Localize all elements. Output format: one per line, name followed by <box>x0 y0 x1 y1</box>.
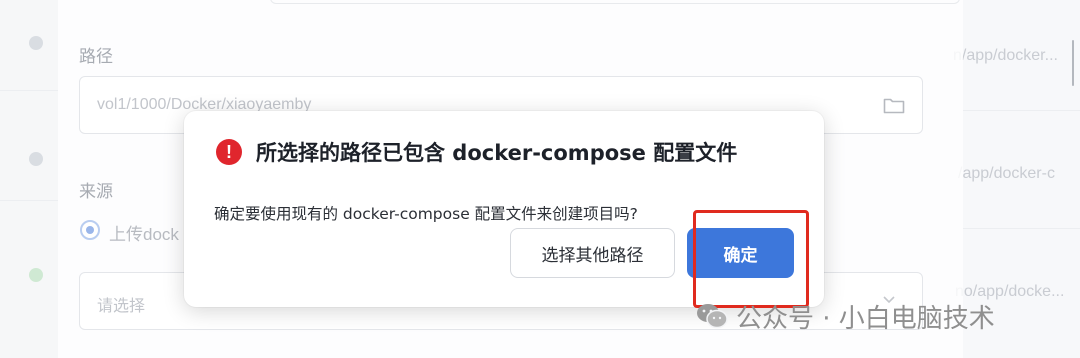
error-icon: ! <box>216 139 242 165</box>
confirm-dialog: ! 所选择的路径已包含 docker-compose 配置文件 确定要使用现有的… <box>184 111 824 307</box>
right-path-text: n/app/docker... <box>953 47 1058 64</box>
dialog-header: ! 所选择的路径已包含 docker-compose 配置文件 <box>216 137 737 167</box>
rail-status-dot <box>29 268 43 282</box>
choose-other-path-button[interactable]: 选择其他路径 <box>510 228 675 278</box>
source-label: 来源 <box>79 182 113 202</box>
rail-status-dot <box>29 152 43 166</box>
rail-divider <box>0 200 58 201</box>
right-divider <box>963 110 1080 111</box>
path-label: 路径 <box>79 47 113 67</box>
upload-radio[interactable] <box>80 220 100 240</box>
confirm-button[interactable]: 确定 <box>687 228 794 278</box>
screen: n/app/docker... /app/docker-c no/app/doc… <box>0 0 1080 358</box>
right-path-text: /app/docker-c <box>958 165 1055 182</box>
folder-icon[interactable] <box>883 96 905 114</box>
dialog-message: 确定要使用现有的 docker-compose 配置文件来创建项目吗? <box>214 205 638 223</box>
source-select-placeholder: 请选择 <box>97 298 146 315</box>
right-divider <box>963 228 1080 229</box>
dialog-title: 所选择的路径已包含 docker-compose 配置文件 <box>256 141 738 165</box>
rail-divider <box>0 90 58 91</box>
top-field-edge <box>270 0 960 4</box>
upload-radio-label: 上传dock <box>109 225 179 244</box>
wechat-logo-icon <box>697 304 728 329</box>
rail-status-dot <box>29 36 43 50</box>
watermark: 公众号 · 小白电脑技术 <box>696 296 995 336</box>
left-rail <box>0 0 58 358</box>
watermark-text: 公众号 · 小白电脑技术 <box>736 303 995 334</box>
scroll-thumb[interactable] <box>1072 40 1074 86</box>
